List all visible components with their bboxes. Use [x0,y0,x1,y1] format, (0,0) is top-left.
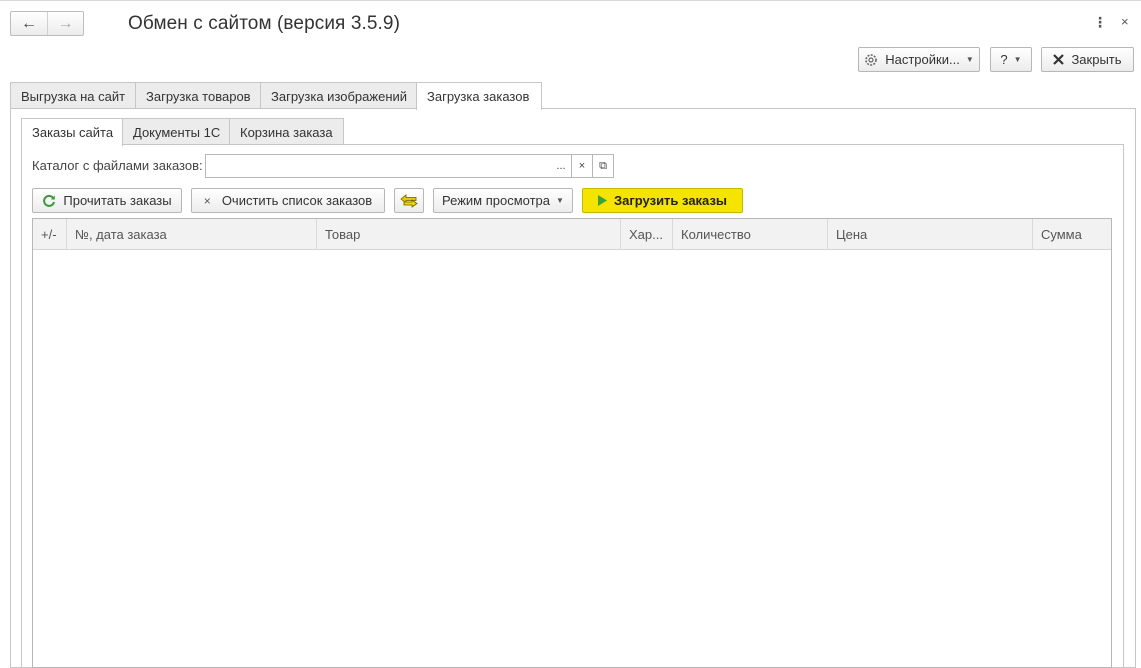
tab-label: Загрузка заказов [427,89,530,104]
clear-icon: × [203,193,211,208]
tab-load-products[interactable]: Загрузка товаров [135,82,261,109]
subtab-label: Документы 1С [133,124,221,140]
arrow-right-icon: → [57,14,74,32]
history-nav: ← → [10,11,84,36]
window-title: Обмен с сайтом (версия 3.5.9) [128,13,401,34]
close-window-icon[interactable]: × [1121,14,1129,29]
read-orders-button[interactable]: Прочитать заказы [32,188,182,213]
arrow-left-icon: ← [21,14,37,32]
open-field-button[interactable]: ⧉ [593,154,614,178]
settings-label: Настройки... [885,52,960,67]
col-product[interactable]: Товар [317,219,621,250]
subtab-order-cart[interactable]: Корзина заказа [229,118,344,145]
table-header: +/- №, дата заказа Товар Хар... Количест… [33,219,1111,250]
close-label: Закрыть [1071,52,1122,67]
col-expand[interactable]: +/- [33,219,67,250]
tab-upload-to-site[interactable]: Выгрузка на сайт [10,82,136,109]
tab-label: Загрузка товаров [146,88,251,104]
load-orders-label: Загрузить заказы [613,193,728,208]
exchange-arrows-icon [400,193,418,208]
gear-icon [864,53,878,67]
tab-load-images[interactable]: Загрузка изображений [260,82,417,109]
col-order-number-date[interactable]: №, дата заказа [67,219,317,250]
chevron-down-icon: ▼ [965,55,974,64]
tab-label: Выгрузка на сайт [21,88,126,104]
select-folder-button[interactable]: ... [551,154,572,178]
col-characteristic[interactable]: Хар... [621,219,673,250]
col-sum[interactable]: Сумма [1033,219,1111,250]
catalog-path-input[interactable] [205,154,552,178]
tab-load-orders[interactable]: Загрузка заказов [416,82,542,110]
col-quantity[interactable]: Количество [673,219,828,250]
view-mode-button[interactable]: Режим просмотра ▼ [433,188,573,213]
clear-field-button[interactable]: × [572,154,593,178]
ellipsis-icon: ... [556,160,566,172]
more-actions-icon[interactable]: ⋮ [1093,14,1107,31]
exchange-window: ← → Обмен с сайтом (версия 3.5.9) ⋮ × На… [0,0,1141,668]
help-label: ? [1000,52,1008,67]
col-price[interactable]: Цена [828,219,1033,250]
refresh-icon [42,194,56,208]
view-mode-label: Режим просмотра [442,193,551,208]
tab-label: Загрузка изображений [271,88,408,104]
close-x-icon [1053,54,1065,65]
open-window-icon: ⧉ [599,159,607,172]
back-button[interactable]: ← [11,12,47,35]
chevron-down-icon: ▼ [1013,55,1022,64]
settings-button[interactable]: Настройки... ▼ [858,47,980,72]
help-button[interactable]: ? ▼ [990,47,1032,72]
exchange-button[interactable] [394,188,424,213]
chevron-down-icon: ▼ [556,196,564,205]
read-orders-label: Прочитать заказы [63,193,172,208]
catalog-label: Каталог с файлами заказов: [32,158,203,173]
subtab-site-orders[interactable]: Заказы сайта [21,118,123,146]
clear-orders-label: Очистить список заказов [221,193,373,208]
subtab-label: Заказы сайта [32,125,114,140]
subtab-label: Корзина заказа [240,124,333,140]
load-orders-button[interactable]: Загрузить заказы [582,188,743,213]
subtab-documents-1c[interactable]: Документы 1С [122,118,230,145]
forward-button[interactable]: → [47,12,83,35]
play-icon [597,195,607,206]
clear-orders-button[interactable]: × Очистить список заказов [191,188,385,213]
orders-table[interactable]: +/- №, дата заказа Товар Хар... Количест… [32,218,1112,668]
close-button[interactable]: Закрыть [1041,47,1134,72]
clear-icon: × [578,160,586,172]
